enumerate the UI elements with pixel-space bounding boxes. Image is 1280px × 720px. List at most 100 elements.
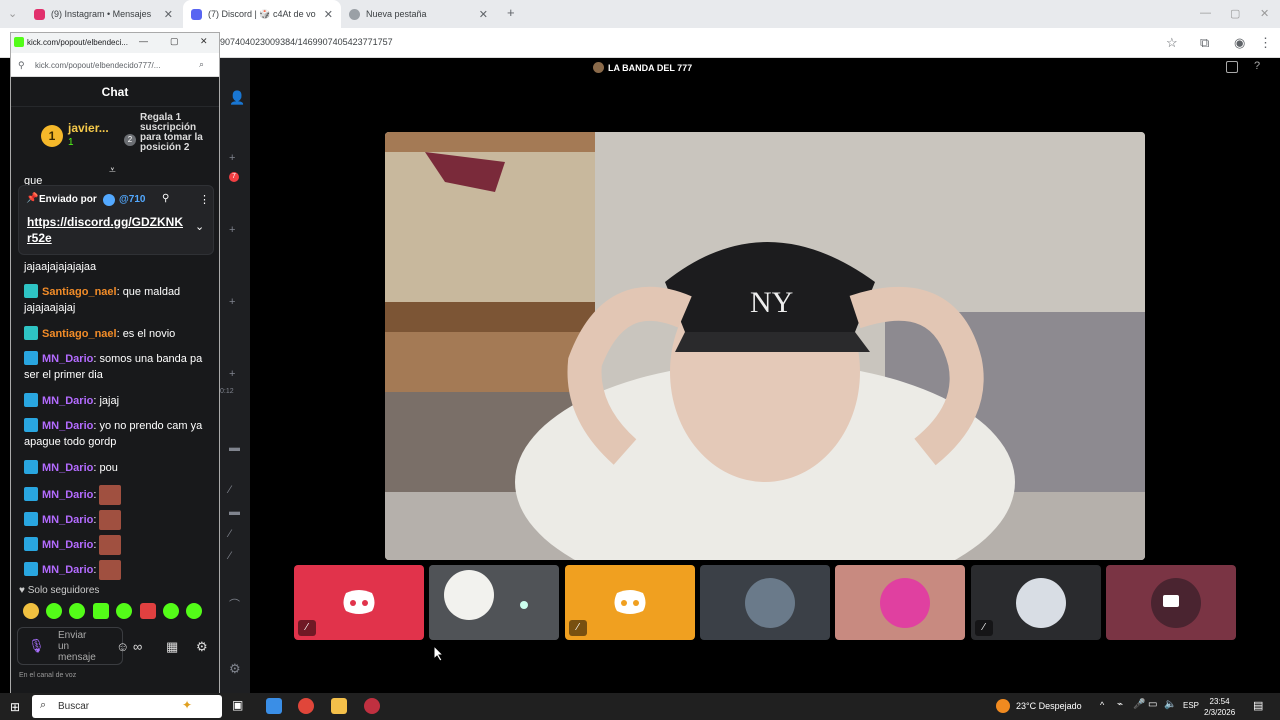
help-icon[interactable]: ? [1254,60,1260,72]
main-video-stream[interactable]: NY [385,132,1145,560]
minimize-button[interactable]: — [139,36,148,46]
close-window-button[interactable]: ✕ [200,36,208,47]
maximize-button[interactable]: ▢ [170,36,179,47]
notification-icon[interactable]: ▤ [1253,699,1263,712]
emote-icon[interactable] [163,603,179,619]
windows-start-icon[interactable]: ⊞ [10,700,20,714]
tab-discord[interactable]: (7) Discord | 🎲 c4At de vo ✕ [183,0,341,28]
message-user[interactable]: MN_Dario [42,353,93,365]
headset-icon[interactable]: ⌒ [229,596,240,612]
new-tab-button[interactable]: + [507,5,515,20]
participant-tile[interactable] [1106,565,1236,640]
message-user[interactable]: MN_Dario [42,489,93,501]
chevron-up-icon[interactable]: ^ [1100,700,1104,710]
pinned-link[interactable]: https://discord.gg/GDZKNKr52e [27,214,187,246]
site-settings-icon[interactable]: ⚲ [18,60,25,71]
message-user[interactable]: MN_Dario [42,420,93,432]
zoom-icon[interactable]: ⌕ [199,59,204,70]
close-window-button[interactable]: ✕ [1260,7,1269,20]
chat-message: jajaajajajajajaa [24,259,212,275]
voice-status: En el canal de voz [19,672,77,679]
mic-off-icon[interactable]: ⁄ [229,550,231,562]
emote-icon[interactable] [93,603,109,619]
participant-tile[interactable] [429,565,559,640]
unpin-icon[interactable]: ⚲ [162,193,169,204]
avatar [880,578,930,628]
star-icon[interactable]: ☆ [1166,35,1178,51]
opera-icon[interactable] [364,698,380,714]
settings-icon[interactable]: ⚙ [229,661,241,677]
chevron-down-icon[interactable]: ⌄ [195,220,204,233]
close-icon[interactable]: ✕ [324,8,333,21]
emote-icon[interactable] [140,603,156,619]
maximize-button[interactable]: ▢ [1230,7,1240,20]
language-indicator[interactable]: ESP [1183,701,1199,710]
emote-icon[interactable] [186,603,202,619]
popout-url[interactable]: kick.com/popout/elbendecido777/... [35,61,160,70]
pinned-user[interactable]: @710 [119,194,145,205]
network-icon[interactable]: ⌁ [1117,699,1123,710]
profile-icon[interactable]: ◉ [1234,35,1245,51]
task-view-icon[interactable]: ▣ [232,698,248,714]
sparkle-icon: ✦ [182,698,193,712]
participant-tile[interactable] [700,565,830,640]
add-icon[interactable]: + [229,296,235,308]
copilot-icon[interactable] [266,698,282,714]
tab-list-icon[interactable]: ⌄ [8,7,17,20]
mic-off-icon[interactable]: ⁄ [229,484,231,496]
message-user[interactable]: Santiago_nael [42,328,117,340]
globe-icon [349,8,360,20]
chat-input[interactable]: 🎙 Enviar un mensaje [17,627,123,665]
clock[interactable]: 23:54 2/3/2026 [1204,696,1235,718]
chat-message: MN_Dario: pou [24,460,212,476]
extensions-icon[interactable]: ⧉ [1200,35,1209,51]
emote-icon[interactable] [116,603,132,619]
mic-icon[interactable]: 🎤 [1133,699,1145,710]
emote-icon[interactable] [69,603,85,619]
camera-icon[interactable]: ▬ [229,506,240,518]
close-icon[interactable]: ✕ [164,8,173,21]
clock-date: 2/3/2026 [1204,708,1236,717]
minimize-button[interactable]: — [1200,7,1211,19]
participant-tile[interactable] [835,565,965,640]
discord-logo-icon [614,590,646,614]
file-explorer-icon[interactable] [331,698,347,714]
settings-icon[interactable]: ⚙ [196,639,208,655]
message-user[interactable]: MN_Dario [42,539,93,551]
participant-tile[interactable]: ⁄ [565,565,695,640]
camera-icon[interactable]: ▬ [229,442,240,454]
participant-tile[interactable]: ⁄ [971,565,1101,640]
emote-icon[interactable] [46,603,62,619]
popout-icon[interactable] [1226,61,1238,73]
message-user[interactable]: MN_Dario [42,395,93,407]
add-icon[interactable]: + [229,368,235,380]
message-user[interactable]: MN_Dario [42,514,93,526]
chrome-icon[interactable] [298,698,314,714]
leader-name[interactable]: javier... [68,121,109,135]
more-icon[interactable]: ⋮ [199,193,210,206]
menu-icon[interactable]: ⋮ [1259,35,1272,51]
tab-new[interactable]: Nueva pestaña ✕ [341,0,496,28]
display-icon[interactable]: ▭ [1148,699,1157,710]
add-icon[interactable]: + [229,224,235,236]
weather-status[interactable]: 23°C Despejado [1016,701,1082,711]
mic-off-icon[interactable]: ⁄ [229,528,231,540]
add-icon[interactable]: + [229,152,235,164]
emote-bar [19,603,215,623]
add-friend-icon[interactable]: 👤 [229,90,245,106]
taskbar-search[interactable]: ⌕ Buscar ✦ [32,695,222,718]
store-icon[interactable]: ▦ [166,639,178,655]
gift-prompt[interactable]: Regala 1 suscripción para tomar la posic… [140,113,210,153]
message-user[interactable]: MN_Dario [42,462,93,474]
emote-icon[interactable] [23,603,39,619]
message-user[interactable]: MN_Dario [42,564,93,576]
infinity-icon[interactable]: ∞ [133,639,142,654]
message-user[interactable]: Santiago_nael [42,286,117,298]
mic-icon[interactable]: 🎙 [28,638,45,654]
url-field[interactable]: 907404023009384/1469907405423771757 [220,37,393,47]
volume-icon[interactable]: 🔈 [1164,699,1176,710]
tab-instagram[interactable]: (9) Instagram • Mensajes ✕ [26,0,181,28]
emoji-icon[interactable]: ☺ [116,639,129,654]
close-icon[interactable]: ✕ [479,8,488,21]
participant-tile[interactable]: ⁄ [294,565,424,640]
